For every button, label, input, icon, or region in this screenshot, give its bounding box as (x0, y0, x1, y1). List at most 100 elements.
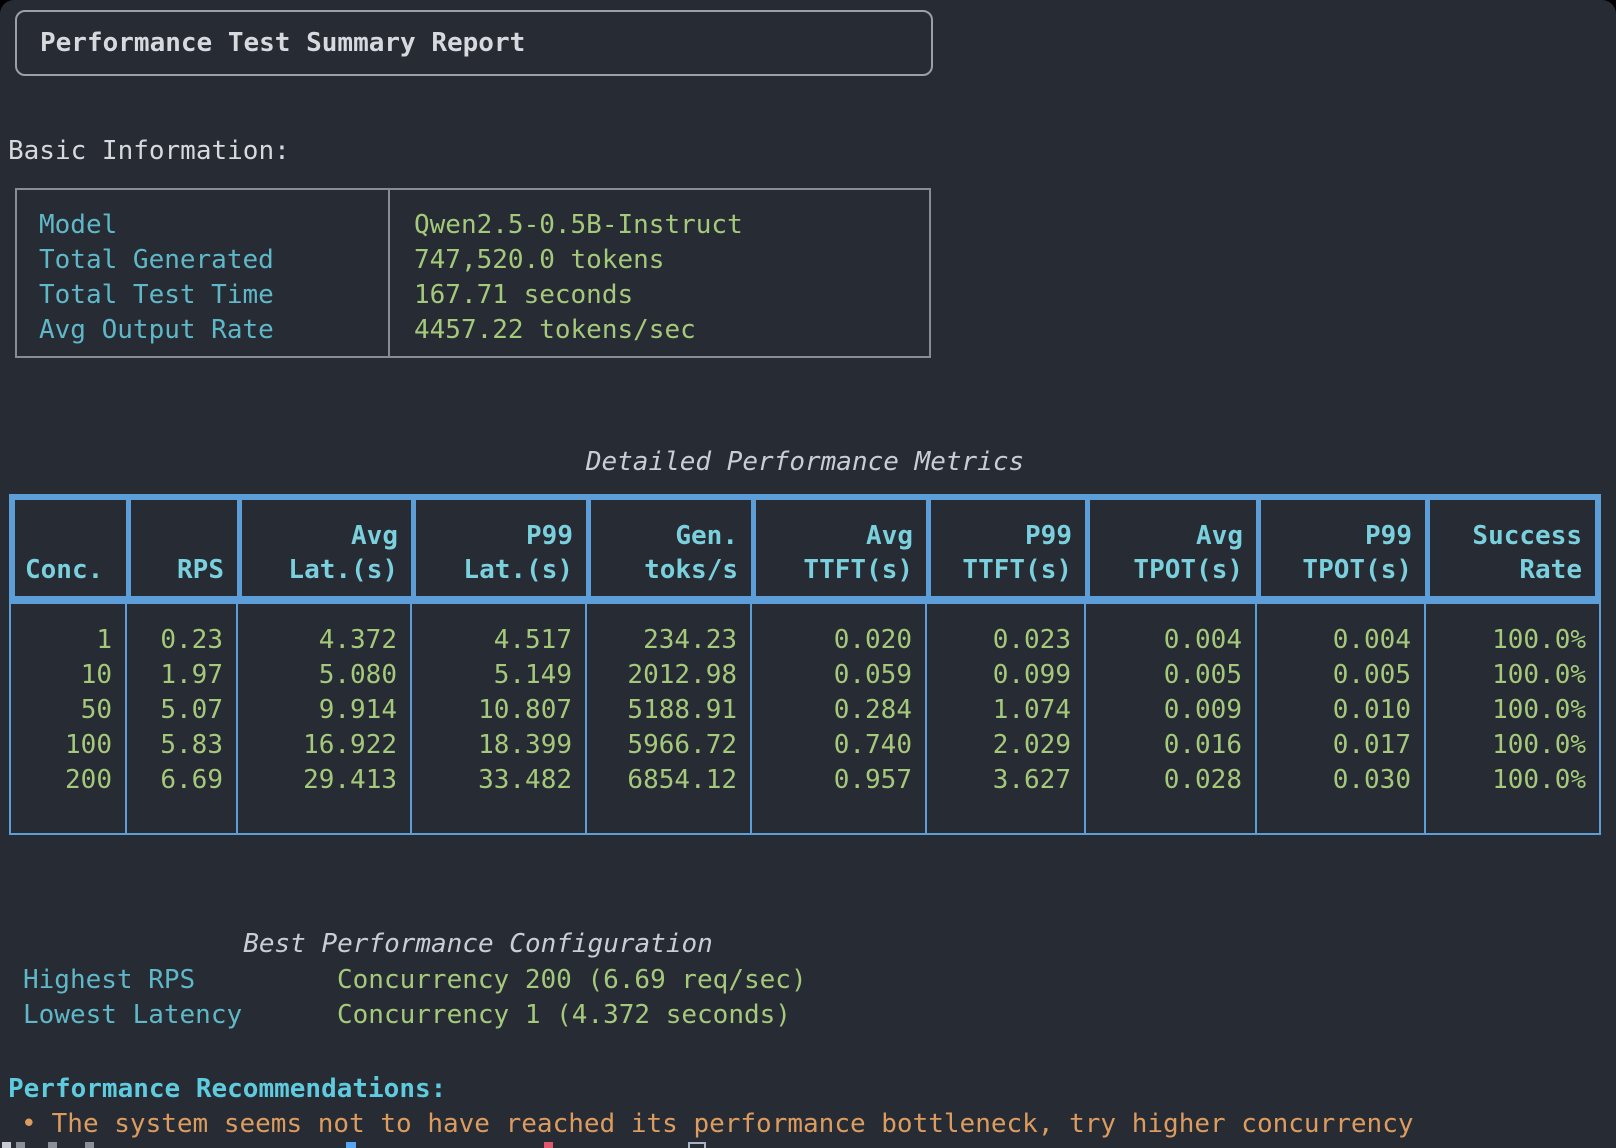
metrics-column-header: AvgTTFT(s) (756, 500, 931, 596)
metrics-column-header: RPS (131, 500, 242, 596)
recommendation-text: The system seems not to have reached its… (52, 1109, 1414, 1139)
report-title-panel: Performance Test Summary Report (15, 10, 933, 76)
best-config-row: Highest RPSConcurrency 200 (6.69 req/sec… (23, 963, 1603, 998)
metric-value: 5188.91 (587, 693, 737, 728)
metrics-header-line: TPOT(s) (1133, 553, 1243, 587)
metrics-header-line: P99 (1365, 519, 1412, 553)
metric-value: 5.080 (238, 658, 397, 693)
basic-info-label: Total Generated (39, 243, 388, 278)
metric-value: 0.059 (752, 658, 912, 693)
metric-value: 0.005 (1257, 658, 1411, 693)
metric-value: 100.0% (1426, 763, 1586, 798)
best-config-value: Concurrency 1 (4.372 seconds) (337, 1000, 791, 1030)
metrics-header-line: Avg (866, 519, 913, 553)
metrics-column-header: P99TTFT(s) (931, 500, 1090, 596)
metric-value: 0.028 (1086, 763, 1242, 798)
metrics-table-title: Detailed Performance Metrics (9, 445, 1601, 480)
clipped-glyph-fragment (2, 1142, 11, 1148)
bullet-icon: • (21, 1109, 37, 1139)
metrics-header-line: Success (1472, 519, 1582, 553)
metrics-column: 100.0%100.0%100.0%100.0%100.0% (1426, 604, 1599, 833)
terminal-screen[interactable]: Performance Test Summary Report Basic In… (0, 0, 1616, 1148)
metrics-header-row: Conc.RPSAvgLat.(s)P99Lat.(s)Gen.toks/sAv… (9, 494, 1601, 602)
clipped-glyph-fragment (16, 1142, 25, 1148)
report-title: Performance Test Summary Report (17, 26, 525, 61)
clipped-glyph-fragment (85, 1142, 94, 1148)
best-config-label: Lowest Latency (23, 998, 337, 1033)
basic-info-value: 167.71 seconds (414, 278, 929, 313)
metrics-column-header: AvgTPOT(s) (1090, 500, 1261, 596)
metrics-column-header: Gen.toks/s (591, 500, 756, 596)
recommendations-heading: Performance Recommendations: (8, 1072, 446, 1107)
metrics-column: 11050100200 (11, 604, 127, 833)
metric-value: 1.97 (127, 658, 223, 693)
metric-value: 4.517 (412, 623, 572, 658)
metric-value: 50 (11, 693, 112, 728)
basic-info-value: 747,520.0 tokens (414, 243, 929, 278)
metrics-header-line: TTFT(s) (962, 553, 1072, 587)
basic-info-value: 4457.22 tokens/sec (414, 313, 929, 348)
metric-value: 0.009 (1086, 693, 1242, 728)
metrics-header-line: RPS (177, 553, 224, 587)
metric-value: 234.23 (587, 623, 737, 658)
metrics-table: Conc.RPSAvgLat.(s)P99Lat.(s)Gen.toks/sAv… (9, 494, 1601, 835)
metrics-header-line: toks/s (644, 553, 738, 587)
metric-value: 100.0% (1426, 623, 1586, 658)
metric-value: 0.957 (752, 763, 912, 798)
metric-value: 0.284 (752, 693, 912, 728)
metric-value: 200 (11, 763, 112, 798)
metric-value: 29.413 (238, 763, 397, 798)
metrics-header-line: Conc. (25, 553, 103, 587)
metric-value: 2.029 (927, 728, 1071, 763)
metric-value: 3.627 (927, 763, 1071, 798)
metric-value: 100.0% (1426, 658, 1586, 693)
metric-value: 100.0% (1426, 728, 1586, 763)
metric-value: 0.005 (1086, 658, 1242, 693)
metrics-header-line: Rate (1519, 553, 1582, 587)
metrics-body: 110501002000.231.975.075.836.694.3725.08… (9, 602, 1601, 835)
metrics-column: 0.0200.0590.2840.7400.957 (752, 604, 927, 833)
metric-value: 0.23 (127, 623, 223, 658)
metric-value: 0.020 (752, 623, 912, 658)
metric-value: 10 (11, 658, 112, 693)
metric-value: 10.807 (412, 693, 572, 728)
terminal-cursor (688, 1142, 706, 1148)
metrics-column-header: P99TPOT(s) (1261, 500, 1430, 596)
metrics-header-line: Avg (1196, 519, 1243, 553)
metric-value: 0.023 (927, 623, 1071, 658)
basic-info-label: Total Test Time (39, 278, 388, 313)
metric-value: 0.016 (1086, 728, 1242, 763)
metric-value: 1.074 (927, 693, 1071, 728)
basic-info-values: Qwen2.5-0.5B-Instruct747,520.0 tokens167… (390, 190, 929, 356)
best-config-row: Lowest LatencyConcurrency 1 (4.372 secon… (23, 998, 1603, 1033)
metrics-column: 4.3725.0809.91416.92229.413 (238, 604, 412, 833)
metric-value: 33.482 (412, 763, 572, 798)
metric-value: 0.099 (927, 658, 1071, 693)
metrics-column: 234.232012.985188.915966.726854.12 (587, 604, 752, 833)
metric-value: 0.004 (1086, 623, 1242, 658)
metrics-column: 0.0040.0050.0090.0160.028 (1086, 604, 1257, 833)
metric-value: 5.83 (127, 728, 223, 763)
metrics-column-header: SuccessRate (1430, 500, 1595, 596)
metric-value: 0.017 (1257, 728, 1411, 763)
metric-value: 100.0% (1426, 693, 1586, 728)
basic-info-panel: ModelTotal GeneratedTotal Test TimeAvg O… (15, 188, 931, 358)
metrics-column-header: Conc. (15, 500, 131, 596)
best-config-value: Concurrency 200 (6.69 req/sec) (337, 965, 807, 995)
metrics-column-header: P99Lat.(s) (416, 500, 591, 596)
metric-value: 5.149 (412, 658, 572, 693)
metrics-header-line: Lat.(s) (288, 553, 398, 587)
basic-info-value: Qwen2.5-0.5B-Instruct (414, 208, 929, 243)
metric-value: 100 (11, 728, 112, 763)
metric-value: 0.030 (1257, 763, 1411, 798)
metrics-column-header: AvgLat.(s) (242, 500, 416, 596)
best-config-title: Best Performance Configuration (8, 927, 948, 962)
metric-value: 2012.98 (587, 658, 737, 693)
basic-info-label: Model (39, 208, 388, 243)
metric-value: 6854.12 (587, 763, 737, 798)
metrics-header-line: TPOT(s) (1302, 553, 1412, 587)
best-config-label: Highest RPS (23, 963, 337, 998)
metric-value: 0.004 (1257, 623, 1411, 658)
metric-value: 5.07 (127, 693, 223, 728)
basic-info-label: Avg Output Rate (39, 313, 388, 348)
